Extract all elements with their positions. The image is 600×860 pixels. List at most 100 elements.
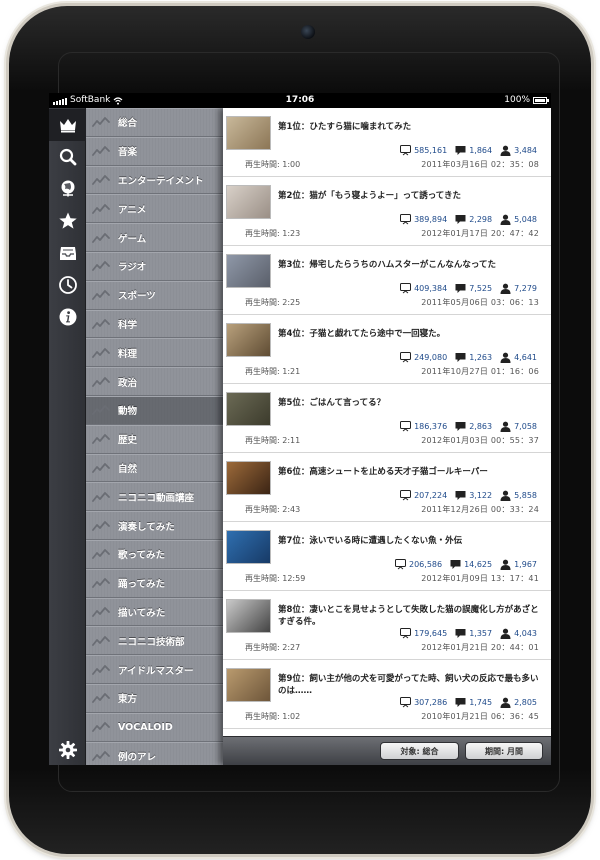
category-item[interactable]: スポーツ <box>86 280 223 310</box>
info-icon <box>59 308 76 326</box>
rail-info-button[interactable] <box>49 301 86 333</box>
category-item[interactable]: ラジオ <box>86 252 223 281</box>
rail-search-button[interactable] <box>49 141 86 173</box>
category-label: 歴史 <box>118 435 138 447</box>
category-item[interactable]: 踊ってみた <box>86 568 223 598</box>
category-item[interactable]: 自然 <box>86 453 223 483</box>
category-item[interactable]: 総合 <box>86 108 223 137</box>
video-thumbnail[interactable] <box>226 116 271 150</box>
category-item[interactable]: 例のアレ <box>86 741 223 765</box>
ranking-item[interactable]: 第5位：ごはんて言ってる？ 再生時間: 2:11 186,376 2,863 7,058… <box>223 384 551 453</box>
mylist-count-value: 5,858 <box>514 491 537 500</box>
rail-inbox-button[interactable] <box>49 237 86 269</box>
category-item[interactable]: エンターテイメント <box>86 165 223 195</box>
category-label: VOCALOID <box>118 721 173 733</box>
ranking-item[interactable]: 第3位：帰宅したらうちのハムスターがこんなんなってた 再生時間: 2:25 409,… <box>223 246 551 315</box>
upload-date: 2012年01月03日 00：55：37 <box>421 436 539 445</box>
rail-settings-button[interactable] <box>49 735 86 765</box>
category-item[interactable]: 演奏してみた <box>86 511 223 540</box>
video-thumbnail[interactable] <box>226 185 271 219</box>
category-label: ラジオ <box>118 262 147 274</box>
rail-favorites-button[interactable] <box>49 205 86 237</box>
category-item[interactable]: 科学 <box>86 309 223 339</box>
video-title[interactable]: 第1位：ひたすら猫に噛まれてみた <box>278 121 546 133</box>
comment-count-value: 1,864 <box>469 146 493 155</box>
category-label: 科学 <box>118 319 138 331</box>
views-icon <box>400 214 412 225</box>
video-thumbnail[interactable] <box>226 323 271 357</box>
category-item[interactable]: 政治 <box>86 367 223 396</box>
category-item[interactable]: VOCALOID <box>86 712 223 742</box>
views-icon <box>400 145 412 156</box>
video-title[interactable]: 第4位：子猫と戯れてたら途中で一回寝た。 <box>278 328 546 340</box>
category-item[interactable]: アイドルマスター <box>86 655 223 684</box>
video-thumbnail[interactable] <box>226 392 271 426</box>
video-thumbnail[interactable] <box>226 530 271 564</box>
video-title[interactable]: 第6位：高速シュートを止める天才子猫ゴールキーパー <box>278 466 546 478</box>
mylist-icon <box>500 697 511 708</box>
category-item[interactable]: ニコニコ技術部 <box>86 626 223 656</box>
category-item[interactable]: 歌ってみた <box>86 540 223 569</box>
view-count-value: 206,586 <box>409 560 443 569</box>
duration-value: 2:27 <box>282 643 301 652</box>
trend-icon <box>92 117 110 128</box>
ranking-item[interactable]: 第1位：ひたすら猫に噛まれてみた 再生時間: 1:00 585,161 1,864 3,… <box>223 108 551 177</box>
mylist-count: 2,805 <box>500 697 537 708</box>
category-item[interactable]: 音楽 <box>86 136 223 166</box>
category-label: エンターテイメント <box>118 175 204 187</box>
comment-count-value: 1,357 <box>469 629 493 638</box>
comment-count-value: 1,263 <box>469 353 493 362</box>
category-item[interactable]: 描いてみた <box>86 597 223 627</box>
video-thumbnail[interactable] <box>226 461 271 495</box>
comment-count: 1,263 <box>455 352 492 363</box>
upload-date: 2010年01月21日 06：36：45 <box>421 712 539 721</box>
rail-history-button[interactable] <box>49 269 86 301</box>
period-filter-button[interactable]: 期間: 月間 <box>465 742 543 760</box>
ranking-item[interactable]: 第6位：高速シュートを止める天才子猫ゴールキーパー 再生時間: 2:43 207,2… <box>223 453 551 522</box>
ranking-item[interactable]: 第7位：泳いでいる時に遭遇したくない魚・外伝 再生時間: 12:59 206,586… <box>223 522 551 591</box>
trend-icon <box>92 319 110 329</box>
view-count-value: 585,161 <box>414 146 448 155</box>
rail-ranking-button[interactable] <box>49 109 86 141</box>
ranking-item[interactable]: 第9位：飼い主が他の犬を可愛がってた時、飼い犬の反応で最も多いのは…… 再生時間:… <box>223 660 551 729</box>
crown-icon <box>59 119 76 133</box>
video-thumbnail[interactable] <box>226 668 271 702</box>
target-filter-button[interactable]: 対象: 総合 <box>380 742 459 760</box>
duration-value: 2:25 <box>282 298 301 307</box>
rail-globe-button[interactable] <box>49 173 86 205</box>
category-item[interactable]: 歴史 <box>86 424 223 454</box>
upload-date: 2012年01月09日 13：17：41 <box>421 574 539 583</box>
comment-count-value: 7,525 <box>469 284 493 293</box>
duration-value: 1:00 <box>282 160 301 169</box>
category-label: 政治 <box>118 377 138 389</box>
category-item[interactable]: 料理 <box>86 338 223 368</box>
video-title[interactable]: 第3位：帰宅したらうちのハムスターがこんなんなってた <box>278 259 546 271</box>
upload-date: 2012年01月21日 20：44：01 <box>421 643 539 652</box>
category-item[interactable]: 東方 <box>86 684 223 713</box>
ranking-item[interactable]: 第8位：凄いとこを見せようとして失敗した猫の誤魔化し方があざとすぎる件。 再生時間… <box>223 591 551 660</box>
category-item[interactable]: 動物 <box>86 396 223 425</box>
comment-count: 2,298 <box>455 214 492 225</box>
video-thumbnail[interactable] <box>226 254 271 288</box>
ranking-item[interactable]: 第2位：猫が「もう寝ようよー」って誘ってきた 再生時間: 1:23 389,894 2… <box>223 177 551 246</box>
category-label: ニコニコ技術部 <box>118 636 185 648</box>
category-item[interactable]: アニメ <box>86 194 223 224</box>
category-item[interactable]: ニコニコ動画講座 <box>86 482 223 512</box>
video-stats: 186,376 2,863 7,058 <box>392 421 537 432</box>
battery-icon <box>533 97 549 104</box>
category-item[interactable]: ゲーム <box>86 223 223 252</box>
inbox-icon <box>59 247 76 260</box>
duration-value: 1:23 <box>282 229 301 238</box>
video-title[interactable]: 第2位：猫が「もう寝ようよー」って誘ってきた <box>278 190 546 202</box>
video-title[interactable]: 第5位：ごはんて言ってる？ <box>278 397 546 409</box>
comment-count: 7,525 <box>455 283 492 294</box>
ranking-item[interactable]: 第4位：子猫と戯れてたら途中で一回寝た。 再生時間: 1:21 249,080 1,2… <box>223 315 551 384</box>
video-title[interactable]: 第9位：飼い主が他の犬を可愛がってた時、飼い犬の反応で最も多いのは…… <box>278 673 546 697</box>
video-duration: 再生時間: 1:21 <box>245 366 300 377</box>
views-icon <box>400 628 412 639</box>
video-thumbnail[interactable] <box>226 599 271 633</box>
video-title[interactable]: 第8位：凄いとこを見せようとして失敗した猫の誤魔化し方があざとすぎる件。 <box>278 604 546 628</box>
view-count-value: 179,645 <box>414 629 448 638</box>
video-title[interactable]: 第7位：泳いでいる時に遭遇したくない魚・外伝 <box>278 535 546 547</box>
trend-icon <box>92 146 110 157</box>
